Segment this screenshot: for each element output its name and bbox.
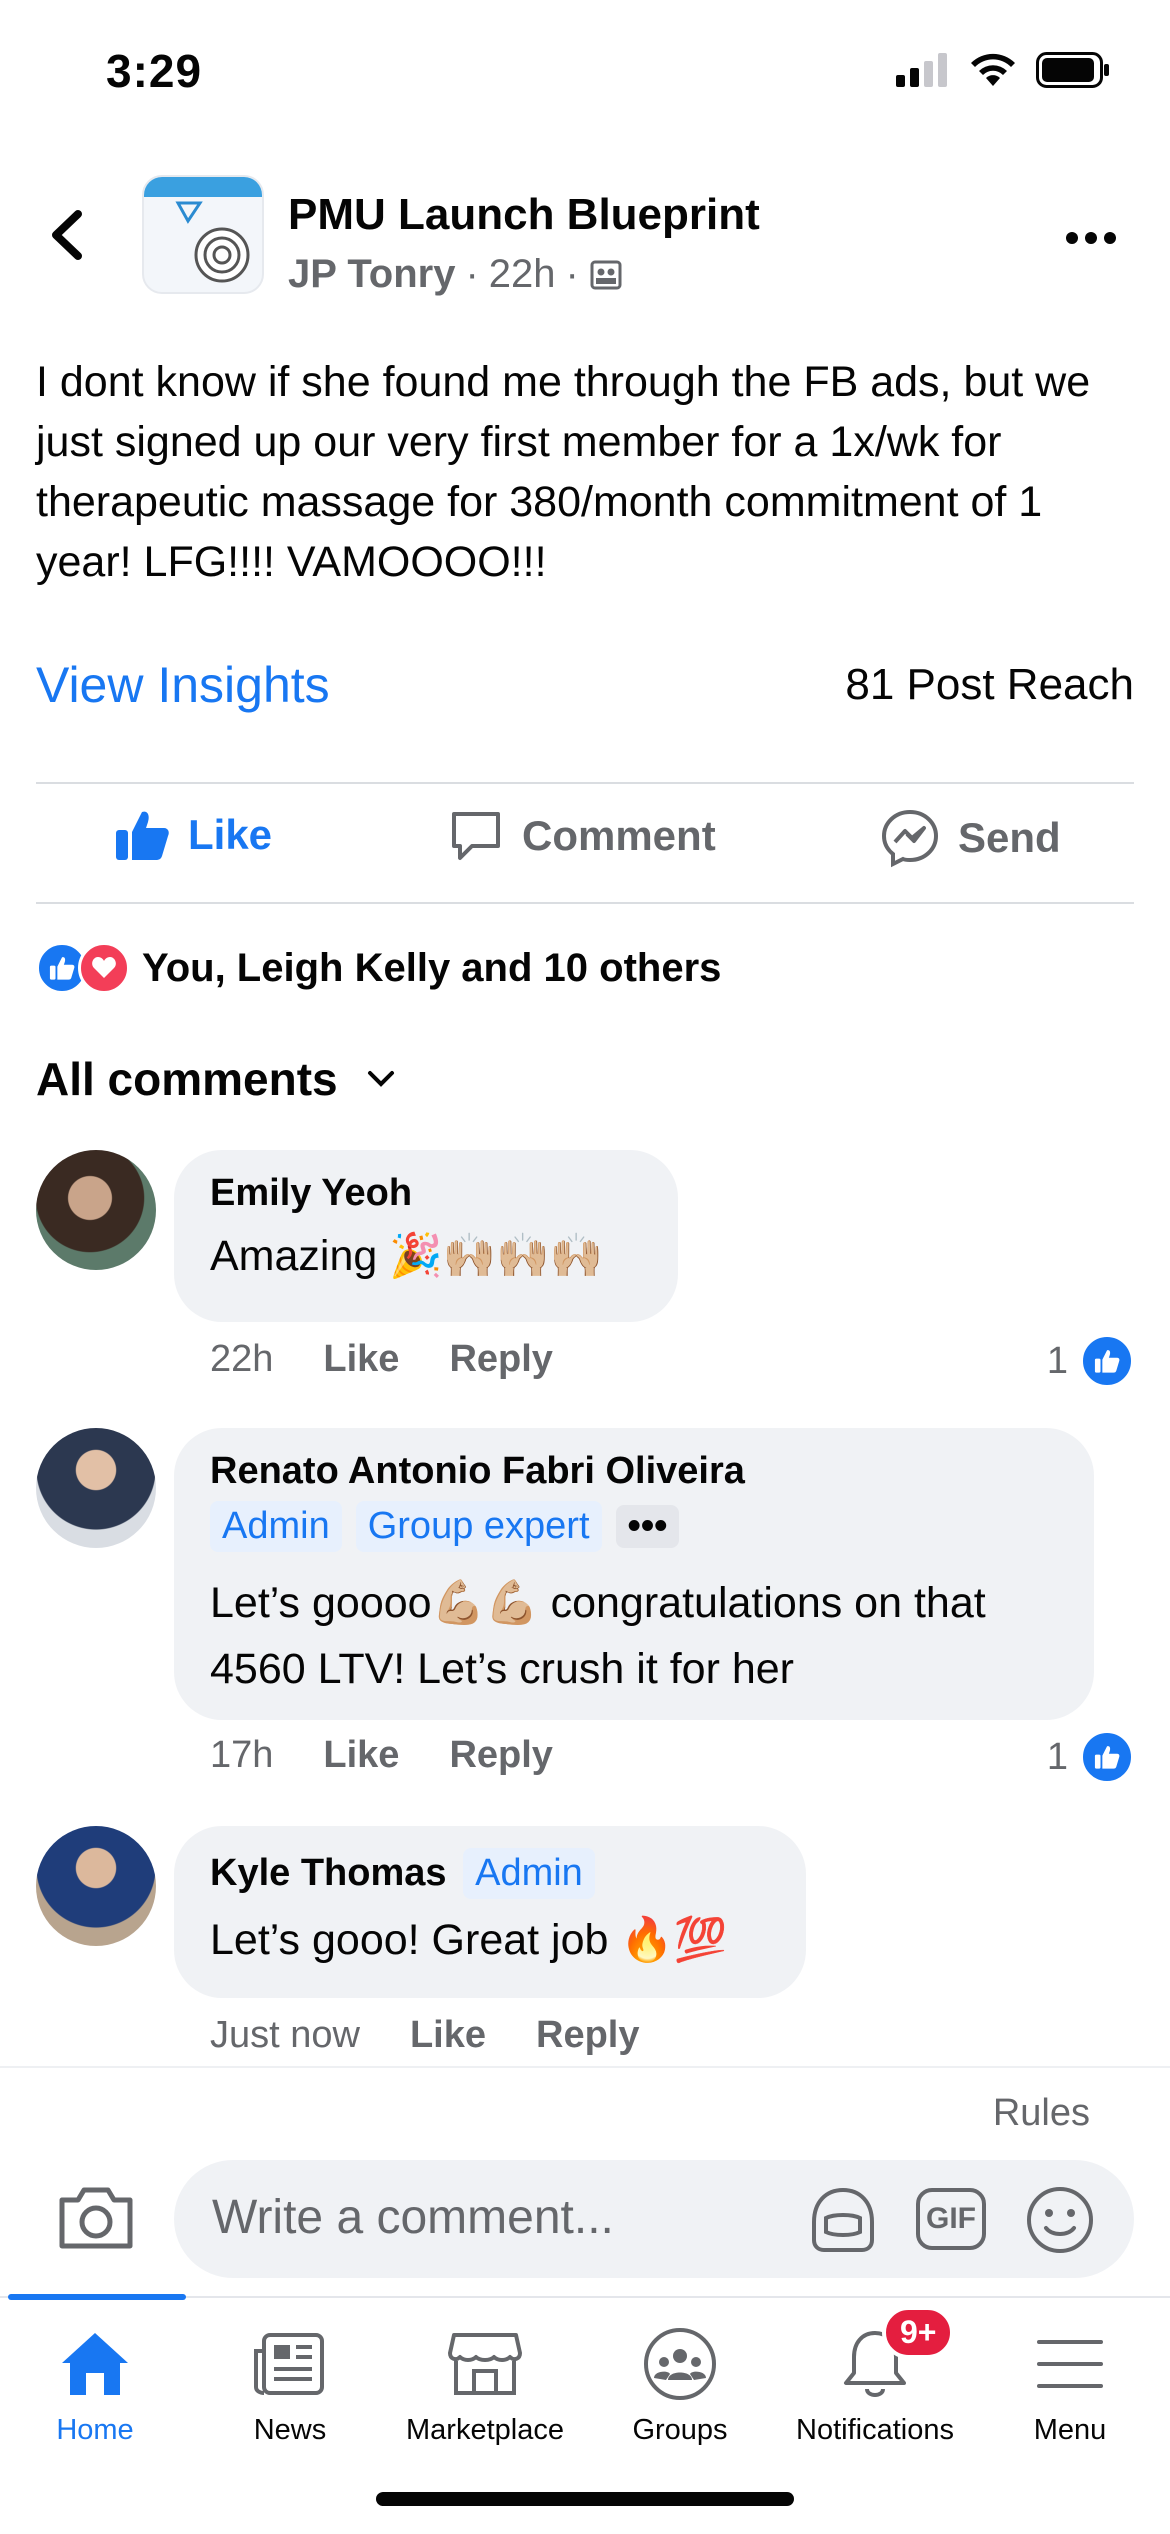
comment-bubble: Renato Antonio Fabri Oliveira Admin Grou… [174,1428,1094,1720]
news-icon [254,2333,324,2395]
emoji-icon[interactable] [1024,2184,1096,2256]
notifications-badge: 9+ [882,2306,955,2359]
love-reaction-icon [78,942,130,994]
status-icons [896,52,1110,88]
group-avatar[interactable] [142,175,264,294]
meta-separator: · [565,252,579,296]
comment-like-button[interactable]: Like [323,1338,399,1381]
like-label: Like [188,811,273,858]
tab-groups[interactable]: Groups [585,2324,775,2447]
post-text: I dont know if she found me through the … [36,358,1091,586]
marketplace-icon [448,2333,522,2395]
admin-badge: Admin [210,1501,342,1552]
commenter-badges: Admin Group expert ••• [210,1501,1058,1552]
tab-label: Groups [632,2414,728,2446]
chevron-down-icon [367,1071,394,1087]
more-badges-button[interactable]: ••• [615,1505,680,1548]
divider [36,902,1134,904]
gif-button[interactable]: GIF [916,2188,986,2250]
comment-like-count[interactable]: 1 [1047,1334,1134,1388]
comment-button[interactable]: Comment [448,808,716,864]
post-author[interactable]: JP Tonry [288,252,455,297]
comment-text: Let’s goooo💪🏼💪🏼 congratulations on that … [210,1579,986,1693]
post-options-button[interactable] [1066,220,1126,256]
comment-time[interactable]: 22h [210,1338,273,1381]
tab-label: News [253,2414,327,2446]
commenter-name[interactable]: Kyle Thomas [210,1852,447,1894]
tab-label: Menu [1033,2414,1107,2446]
commenter-avatar[interactable] [36,1826,156,1946]
tab-marketplace[interactable]: Marketplace [390,2324,580,2447]
comment-reply-button[interactable]: Reply [449,1734,552,1777]
back-arrow-icon[interactable] [40,200,96,270]
group-logo-icon [144,177,262,283]
commenter-name-row: Kyle Thomas Admin [210,1848,770,1899]
admin-badge: Admin [463,1848,595,1899]
reactions-summary[interactable]: You, Leigh Kelly and 10 others [36,942,721,994]
commenter-avatar[interactable] [36,1150,156,1270]
comment-label: Comment [522,812,716,859]
comment-reply-button[interactable]: Reply [536,2014,639,2057]
avatar-sticker-icon[interactable] [806,2184,880,2256]
comment-time[interactable]: Just now [210,2014,360,2057]
like-count-value: 1 [1046,1339,1068,1382]
comment-like-button[interactable]: Like [323,1734,399,1777]
comment-text: Let’s gooo! Great job 🔥💯 [210,1916,728,1964]
hamburger-menu-icon [1037,2340,1103,2388]
tab-label: Home [56,2414,134,2446]
tab-home[interactable]: Home [0,2324,190,2447]
tab-news[interactable]: News [195,2324,385,2447]
comment-time[interactable]: 17h [210,1734,273,1777]
battery-icon [1036,52,1109,88]
messenger-icon [881,809,939,868]
gif-label: GIF [926,2202,976,2235]
group-privacy-icon [590,260,622,289]
commenter-name[interactable]: Renato Antonio Fabri Oliveira [210,1450,1058,1493]
thumbs-up-icon [116,811,169,860]
divider [36,782,1134,784]
post-age[interactable]: 22h [489,252,556,297]
like-button[interactable]: Like [114,808,272,862]
like-reaction-icon [1080,1334,1134,1388]
cellular-signal-icon [896,53,947,87]
comments-sort-dropdown[interactable]: All comments [36,1052,396,1106]
wifi-icon [971,53,1015,86]
rules-link[interactable]: Rules [993,2092,1090,2135]
camera-icon[interactable] [56,2180,136,2254]
comment-bubble: Emily Yeoh Amazing 🎉🙌🏼🙌🏼🙌🏼 [174,1150,678,1322]
comment-actions: 22h Like Reply [210,1338,553,1381]
comment-like-count[interactable]: 1 [1047,1730,1134,1784]
view-insights-link[interactable]: View Insights [36,656,330,714]
active-tab-indicator [8,2294,186,2300]
like-count-value: 1 [1046,1735,1068,1778]
meta-separator: · [465,252,479,296]
home-indicator[interactable] [376,2492,794,2506]
like-reaction-icon [1080,1730,1134,1784]
comment-actions: Just now Like Reply [210,2014,640,2057]
post-meta: JP Tonry · 22h · [288,252,623,297]
status-time: 3:29 [106,45,203,97]
comment-actions: 17h Like Reply [210,1734,553,1777]
comments-sort-label: All comments [36,1053,338,1105]
commenter-avatar[interactable] [36,1428,156,1548]
tab-menu[interactable]: Menu [975,2324,1165,2447]
group-name[interactable]: PMU Launch Blueprint [288,190,760,240]
comment-reply-button[interactable]: Reply [449,1338,552,1381]
home-icon [62,2333,128,2395]
send-button[interactable]: Send [880,808,1061,868]
tab-label: Marketplace [406,2414,564,2446]
tab-label: Notifications [796,2414,954,2446]
reactions-text: You, Leigh Kelly and 10 others [142,945,722,990]
commenter-name[interactable]: Emily Yeoh [210,1172,642,1215]
comment-like-button[interactable]: Like [410,2014,486,2057]
post-reach: 81 Post Reach [845,660,1134,709]
comment-input-placeholder: Write a comment... [212,2191,614,2244]
comment-text: Amazing 🎉🙌🏼🙌🏼🙌🏼 [210,1232,604,1280]
group-expert-badge: Group expert [355,1501,602,1552]
send-label: Send [958,814,1061,861]
comment-bubble: Kyle Thomas Admin Let’s gooo! Great job … [174,1826,806,1998]
comment-icon [452,812,500,860]
groups-icon [644,2328,716,2400]
